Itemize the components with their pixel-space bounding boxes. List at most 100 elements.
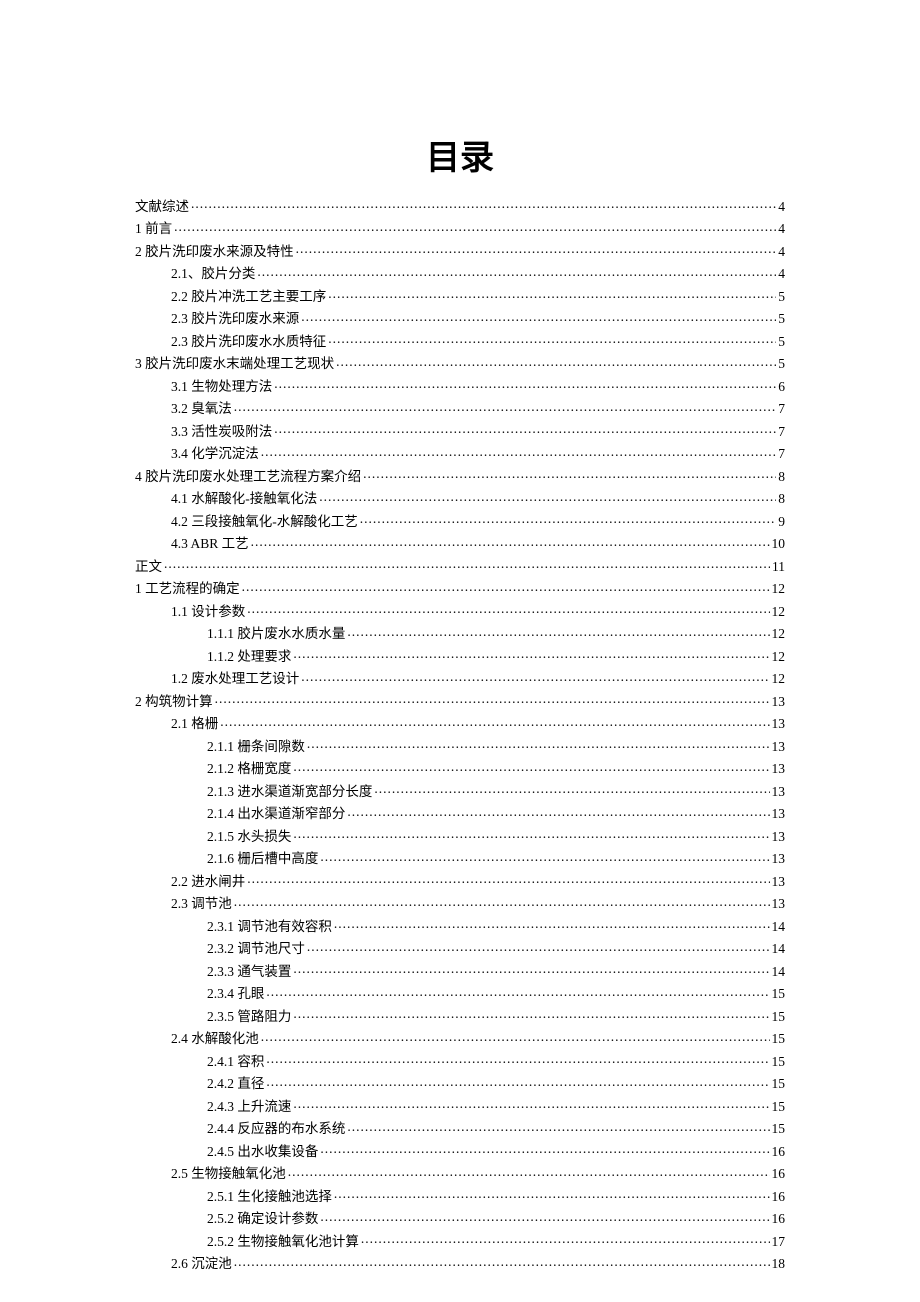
toc-dots (234, 1255, 770, 1269)
toc-entry-label: 2.6 沉淀池 (171, 1257, 232, 1271)
toc-entry: 2.3.4 孔眼15 (135, 985, 785, 1001)
toc-entry-label: 2.3.2 调节池尺寸 (207, 942, 305, 956)
toc-entry-page: 7 (778, 402, 785, 416)
toc-dots (164, 557, 770, 571)
toc-entry: 3.4 化学沉淀法7 (135, 445, 785, 461)
toc-entry-label: 2.5 生物接触氧化池 (171, 1167, 286, 1181)
toc-entry: 2.1.4 出水渠道渐窄部分 13 (135, 805, 785, 821)
toc-entry: 1.1.2 处理要求12 (135, 647, 785, 663)
toc-entry: 2.2 胶片冲洗工艺主要工序5 (135, 287, 785, 303)
toc-entry: 2.3.1 调节池有效容积14 (135, 917, 785, 933)
toc-dots (247, 602, 769, 616)
toc-entry-label: 2.4.2 直径 (207, 1077, 264, 1091)
toc-entry: 3.2 臭氧法7 (135, 400, 785, 416)
toc-entry-label: 4.3 ABR 工艺 (171, 537, 249, 551)
toc-entry-label: 2.1、胶片分类 (171, 267, 255, 281)
toc-dots (360, 512, 777, 526)
toc-entry-label: 2.4 水解酸化池 (171, 1032, 259, 1046)
toc-dots (257, 265, 776, 279)
toc-entry: 2.4.3 上升流速 15 (135, 1097, 785, 1113)
toc-entry: 2.1.3 进水渠道渐宽部分长度13 (135, 782, 785, 798)
toc-entry-page: 12 (772, 605, 786, 619)
toc-entry: 2.3 调节池13 (135, 895, 785, 911)
toc-entry: 2.1 格栅13 (135, 715, 785, 731)
toc-entry-label: 4.1 水解酸化-接触氧化法 (171, 492, 317, 506)
toc-entry-label: 2.1.6 栅后槽中高度 (207, 852, 318, 866)
toc-dots (347, 805, 769, 819)
toc-dots (328, 332, 776, 346)
toc-entry-page: 13 (772, 695, 786, 709)
toc-dots (347, 625, 769, 639)
toc-entry-page: 14 (772, 965, 786, 979)
toc-entry-label: 3.1 生物处理方法 (171, 380, 272, 394)
toc-entry-page: 15 (772, 1100, 786, 1114)
toc-entry-label: 2 胶片洗印废水来源及特性 (135, 245, 294, 259)
toc-entry: 2.1.5 水头损失13 (135, 827, 785, 843)
toc-dots (293, 827, 769, 841)
toc-entry: 2.5.1 生化接触池选择16 (135, 1187, 785, 1203)
toc-dots (336, 355, 776, 369)
toc-entry-page: 6 (778, 380, 785, 394)
toc-entry-label: 2.4.1 容积 (207, 1055, 264, 1069)
toc-dots (293, 760, 769, 774)
toc-entry: 2.5 生物接触氧化池 16 (135, 1165, 785, 1181)
toc-entry-page: 12 (772, 627, 786, 641)
toc-entry-page: 9 (778, 515, 785, 529)
toc-entry: 1.2 废水处理工艺设计 12 (135, 670, 785, 686)
toc-dots (296, 242, 777, 256)
toc-entry-label: 2.5.2 生物接触氧化池计算 (207, 1235, 359, 1249)
toc-entry-page: 12 (772, 672, 786, 686)
toc-entry: 2.5.2 生物接触氧化池计算17 (135, 1232, 785, 1248)
toc-dots (293, 962, 769, 976)
toc-entry-label: 2.1.4 出水渠道渐窄部分 (207, 807, 345, 821)
toc-dots (320, 1210, 769, 1224)
toc-entry-page: 14 (772, 920, 786, 934)
toc-entry-page: 13 (772, 897, 786, 911)
toc-entry-page: 13 (772, 807, 786, 821)
toc-dots (234, 400, 777, 414)
toc-dots (301, 310, 776, 324)
toc-entry-page: 13 (772, 852, 786, 866)
toc-entry: 3 胶片洗印废水末端处理工艺现状5 (135, 355, 785, 371)
toc-entry-page: 15 (772, 1032, 786, 1046)
toc-entry-label: 2.4.3 上升流速 (207, 1100, 291, 1114)
toc-dots (247, 872, 769, 886)
toc-entry-label: 1 前言 (135, 222, 172, 236)
toc-dots (361, 1232, 770, 1246)
toc-entry-label: 2.1.5 水头损失 (207, 830, 291, 844)
toc-entry-label: 1.1.1 胶片废水水质水量 (207, 627, 345, 641)
toc-entry: 3.3 活性炭吸附法7 (135, 422, 785, 438)
toc-entry-label: 2.4.4 反应器的布水系统 (207, 1122, 345, 1136)
toc-entry: 1 前言4 (135, 220, 785, 236)
toc-entry-page: 16 (772, 1167, 786, 1181)
toc-entry: 2.3.5 管路阻力15 (135, 1007, 785, 1023)
toc-entry-label: 2.1.2 格栅宽度 (207, 762, 291, 776)
toc-dots (347, 1120, 769, 1134)
toc-dots (363, 467, 776, 481)
toc-entry-label: 2.1 格栅 (171, 717, 218, 731)
toc-entry-label: 2 构筑物计算 (135, 695, 213, 709)
toc-entry-page: 13 (772, 875, 786, 889)
toc-entry: 2.4.1 容积15 (135, 1052, 785, 1068)
toc-entry-page: 4 (778, 200, 785, 214)
toc-dots (274, 377, 776, 391)
toc-dots (374, 782, 769, 796)
toc-entry-page: 15 (772, 987, 786, 1001)
toc-entry: 2.4.4 反应器的布水系统 15 (135, 1120, 785, 1136)
toc-entry: 1.1.1 胶片废水水质水量 12 (135, 625, 785, 641)
toc-entry-label: 2.3 胶片洗印废水来源 (171, 312, 299, 326)
toc-entry-label: 1.2 废水处理工艺设计 (171, 672, 299, 686)
toc-dots (274, 422, 776, 436)
toc-dots (234, 895, 770, 909)
toc-entry-page: 12 (772, 582, 786, 596)
toc-dots (293, 647, 769, 661)
toc-entry: 文献综述4 (135, 197, 785, 213)
toc-dots (251, 535, 770, 549)
toc-entry: 2.4.2 直径15 (135, 1075, 785, 1091)
toc-entry: 3.1 生物处理方法 6 (135, 377, 785, 393)
toc-entry-page: 16 (772, 1145, 786, 1159)
toc-entry-page: 12 (772, 650, 786, 664)
toc-entry-page: 15 (772, 1122, 786, 1136)
toc-dots (334, 1187, 770, 1201)
toc-entry-page: 16 (772, 1212, 786, 1226)
